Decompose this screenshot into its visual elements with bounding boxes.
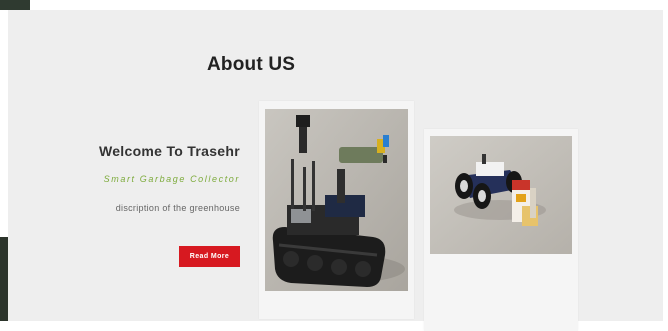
image-card-1 bbox=[259, 101, 414, 319]
about-section: About US Welcome To Trasehr Smart Garbag… bbox=[8, 10, 663, 331]
read-more-button[interactable]: Read More bbox=[179, 246, 240, 267]
background-photo-edge bbox=[0, 0, 30, 10]
welcome-heading: Welcome To Trasehr bbox=[98, 143, 240, 159]
tagline: Smart Garbage Collector bbox=[103, 174, 240, 184]
robot-photo-tracked bbox=[265, 109, 408, 291]
description-text: discription of the greenhouse bbox=[115, 203, 240, 213]
top-strip bbox=[0, 0, 668, 10]
section-title: About US bbox=[207, 54, 296, 75]
image-card-2 bbox=[424, 129, 578, 331]
robot-photo-wheeled bbox=[430, 136, 572, 254]
background-photo-edge-bottom bbox=[0, 237, 8, 321]
